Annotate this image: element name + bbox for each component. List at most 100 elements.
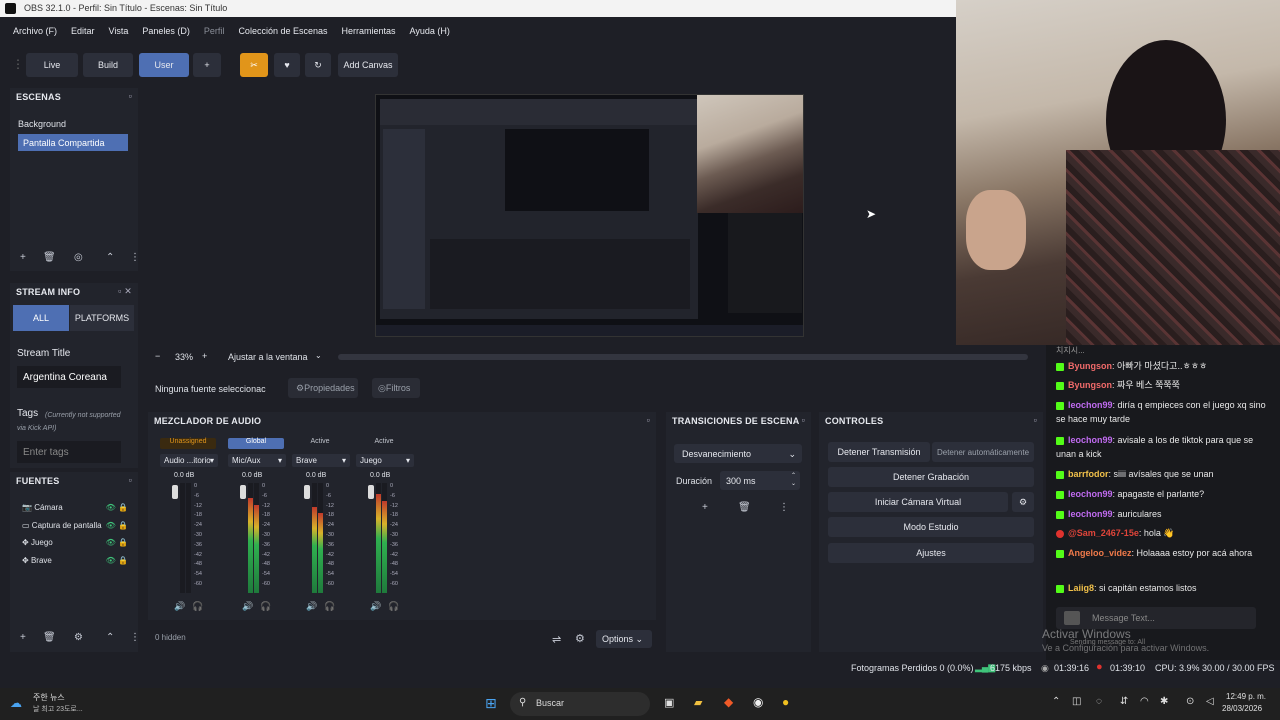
tray-sync-icon[interactable]: ⇵	[1120, 696, 1128, 707]
emote-icon[interactable]	[1064, 611, 1080, 625]
tray-bt-icon[interactable]: ✱	[1160, 696, 1168, 707]
visibility-icon[interactable]: 👁 🔒	[105, 521, 128, 530]
mute-icon[interactable]: 🔊	[306, 601, 317, 612]
volume-fader[interactable]	[368, 485, 374, 499]
zoom-out-button[interactable]: −	[155, 351, 160, 361]
file-explorer-icon[interactable]: ▰	[694, 696, 702, 709]
kakao-icon[interactable]: ●	[782, 695, 789, 709]
move-up-icon[interactable]: ⌃	[106, 252, 114, 263]
obs-icon[interactable]: ◉	[753, 695, 763, 709]
mute-icon[interactable]: 🔊	[242, 601, 253, 612]
channel-name-dropdown[interactable]: Brave ▾	[292, 454, 350, 467]
chat-username[interactable]: leochon99	[1068, 509, 1113, 519]
undock-icon[interactable]: ▫	[129, 91, 132, 101]
mixer-settings-icon[interactable]: ⚙	[575, 632, 585, 645]
monitor-icon[interactable]: 🎧	[260, 601, 271, 612]
gear-icon[interactable]: ⚙	[1012, 492, 1034, 512]
delete-scene-icon[interactable]: 🗑	[43, 252, 56, 263]
visibility-icon[interactable]: 👁 🔒	[106, 503, 128, 512]
mixer-layout-icon[interactable]: ⇌	[552, 633, 561, 646]
monitor-icon[interactable]: 🎧	[192, 601, 203, 612]
tray-wifi-icon[interactable]: ◠	[1140, 696, 1149, 707]
menu-herramientas[interactable]: Herramientas	[342, 26, 396, 36]
options-dropdown[interactable]: Options ⌄	[596, 630, 652, 648]
stream-title-input[interactable]: Argentina Coreana	[17, 366, 121, 388]
close-icon[interactable]: ▫ ✕	[118, 286, 132, 297]
stop-stream-button[interactable]: Detener Transmisión	[828, 442, 930, 462]
delete-transition-icon[interactable]: 🗑	[738, 502, 751, 513]
filters-button[interactable]: ◎Filtros	[372, 378, 420, 398]
tray-mic-icon[interactable]: ◌	[1096, 696, 1102, 707]
add-transition-icon[interactable]: +	[702, 502, 708, 513]
add-canvas-button[interactable]: Add Canvas	[338, 53, 398, 77]
undock-icon[interactable]: ▫	[802, 415, 805, 425]
virtual-cam-button[interactable]: Iniciar Cámara Virtual	[828, 492, 1008, 512]
horizontal-scrollbar[interactable]	[338, 354, 1028, 360]
menu-editar[interactable]: Editar	[71, 26, 95, 36]
chat-username[interactable]: @Sam_2467-15e	[1068, 528, 1139, 538]
chevron-down-icon[interactable]: ⌄	[315, 351, 322, 360]
mute-icon[interactable]: 🔊	[174, 601, 185, 612]
brave-icon[interactable]: ◆	[724, 695, 733, 709]
task-view-icon[interactable]: ▣	[664, 696, 674, 709]
move-up-icon[interactable]: ⌃	[106, 632, 114, 643]
preview-canvas[interactable]	[375, 94, 804, 337]
zoom-in-button[interactable]: +	[202, 351, 207, 361]
tools-icon[interactable]: ✂	[240, 53, 268, 77]
scene-filter-icon[interactable]: ◎	[74, 252, 83, 263]
chat-username[interactable]: Laiig8	[1068, 583, 1094, 593]
stop-record-button[interactable]: Detener Grabación	[828, 467, 1034, 487]
live-mode-button[interactable]: Live	[26, 53, 78, 77]
properties-button[interactable]: ⚙Propiedades	[288, 378, 358, 398]
tab-all[interactable]: ALL	[13, 305, 69, 331]
menu-coleccion-escenas[interactable]: Colección de Escenas	[238, 26, 327, 36]
chat-username[interactable]: Byungson	[1068, 361, 1112, 371]
menu-vista[interactable]: Vista	[109, 26, 129, 36]
settings-button[interactable]: Ajustes	[828, 543, 1034, 563]
stop-auto-button[interactable]: Detener automáticamente	[932, 442, 1034, 462]
source-item[interactable]: ✥ Brave 👁 🔒	[22, 556, 128, 565]
weather-icon[interactable]: ☁	[10, 696, 22, 710]
undock-icon[interactable]: ▫	[647, 415, 650, 425]
tray-chevron-icon[interactable]: ⌃	[1052, 696, 1060, 707]
taskbar-search[interactable]: ⚲ Buscar	[510, 692, 650, 716]
chat-username[interactable]: Byungson	[1068, 380, 1112, 390]
build-mode-button[interactable]: Build	[83, 53, 133, 77]
studio-mode-button[interactable]: Modo Estudio	[828, 517, 1034, 537]
chat-username[interactable]: leochon99	[1068, 400, 1113, 410]
chat-username[interactable]: barrfodor	[1068, 469, 1109, 479]
visibility-icon[interactable]: 👁 🔒	[106, 556, 128, 565]
windows-start-icon[interactable]: ⊞	[485, 695, 497, 712]
source-item[interactable]: ▭ Captura de pantalla 👁 🔒	[22, 521, 128, 530]
source-item[interactable]: 📷 Cámara 👁 🔒	[22, 503, 128, 512]
more-icon[interactable]: ⋮	[779, 502, 789, 513]
menu-paneles[interactable]: Paneles (D)	[142, 26, 190, 36]
chat-username[interactable]: leochon99	[1068, 435, 1113, 445]
menu-perfil[interactable]: Perfil	[204, 26, 225, 36]
mute-icon[interactable]: 🔊	[370, 601, 381, 612]
refresh-icon[interactable]: ↻	[305, 53, 331, 77]
tray-network-icon[interactable]: ⊙	[1186, 696, 1194, 707]
menu-ayuda[interactable]: Ayuda (H)	[410, 26, 450, 36]
volume-fader[interactable]	[240, 485, 246, 499]
spinner-arrows-icon[interactable]: ⌃ ⌄	[791, 472, 796, 488]
volume-fader[interactable]	[304, 485, 310, 499]
undock-icon[interactable]: ▫	[129, 475, 132, 485]
chat-username[interactable]: leochon99	[1068, 489, 1113, 499]
add-mode-button[interactable]: +	[193, 53, 221, 77]
monitor-icon[interactable]: 🎧	[388, 601, 399, 612]
tab-platforms[interactable]: PLATFORMS	[70, 305, 134, 331]
source-settings-icon[interactable]: ⚙	[74, 632, 83, 643]
chat-input[interactable]: Message Text...	[1056, 607, 1256, 629]
channel-name-dropdown[interactable]: Mic/Aux ▾	[228, 454, 286, 467]
channel-name-dropdown[interactable]: Juego ▾	[356, 454, 414, 467]
more-icon[interactable]: ⋮	[130, 632, 140, 643]
tray-volume-icon[interactable]: ◁	[1206, 696, 1214, 707]
tray-app-icon[interactable]: ◫	[1072, 696, 1081, 707]
tags-input[interactable]: Enter tags	[17, 441, 121, 463]
visibility-icon[interactable]: 👁 🔒	[106, 538, 128, 547]
add-source-icon[interactable]: +	[20, 632, 26, 643]
chat-username[interactable]: Angeloo_videz	[1068, 548, 1132, 558]
volume-fader[interactable]	[172, 485, 178, 499]
delete-source-icon[interactable]: 🗑	[43, 632, 56, 643]
